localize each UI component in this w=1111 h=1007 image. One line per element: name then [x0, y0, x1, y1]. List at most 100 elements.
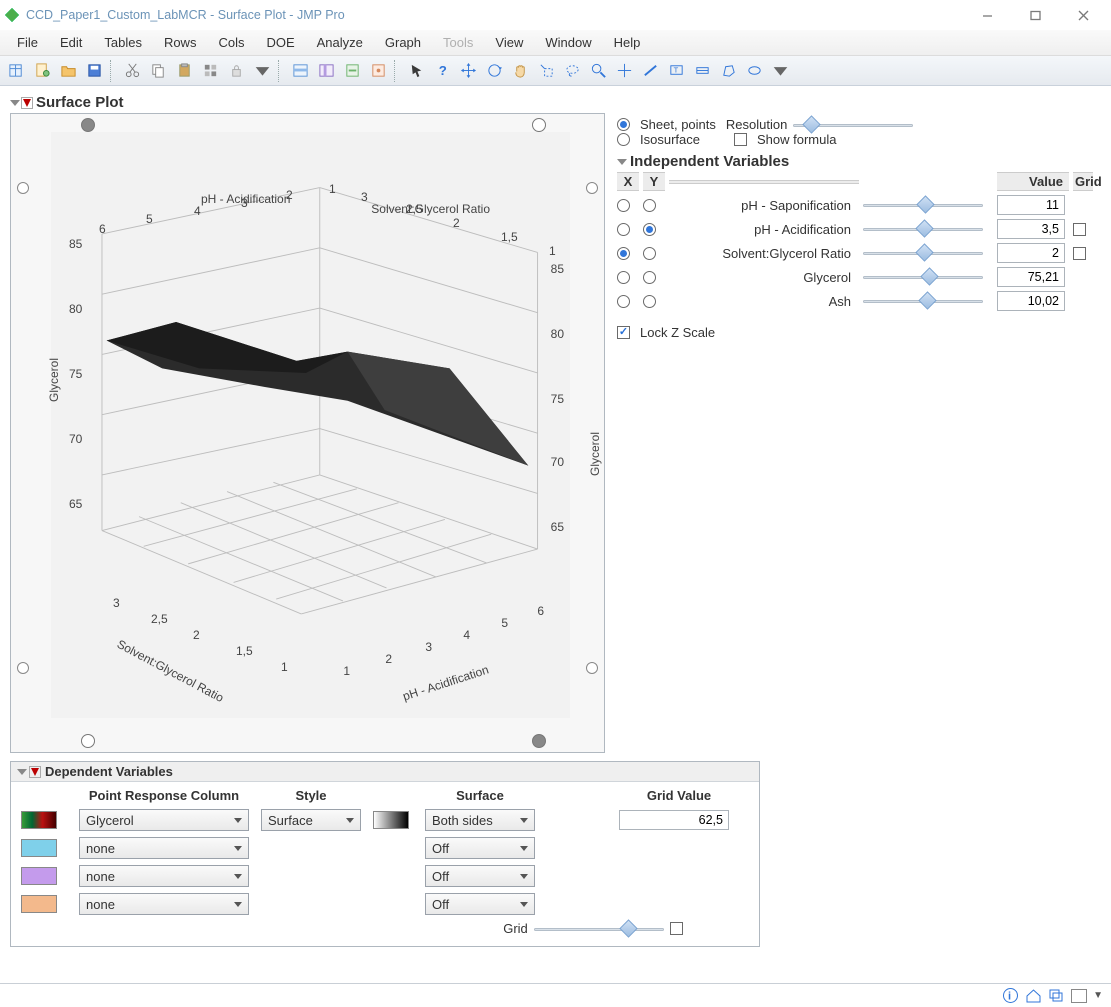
disclosure-icon[interactable] — [10, 100, 20, 106]
rotate-handle[interactable] — [81, 118, 95, 132]
hand-tool-icon[interactable] — [508, 59, 532, 83]
resolution-slider[interactable] — [793, 120, 913, 130]
menu-help[interactable]: Help — [605, 32, 650, 53]
rotate-handle[interactable] — [17, 182, 29, 194]
copy-icon[interactable] — [146, 59, 170, 83]
close-button[interactable] — [1061, 3, 1105, 27]
minimize-button[interactable] — [965, 3, 1009, 27]
menu-file[interactable]: File — [8, 32, 47, 53]
iv-grid-check[interactable] — [1073, 223, 1086, 236]
exclude-icon[interactable] — [340, 59, 364, 83]
menu-window[interactable]: Window — [536, 32, 600, 53]
save-icon[interactable] — [82, 59, 106, 83]
iv-y-radio[interactable] — [643, 199, 656, 212]
menu-doe[interactable]: DOE — [257, 32, 303, 53]
rotate-handle[interactable] — [586, 662, 598, 674]
toolbar-overflow-icon[interactable] — [768, 59, 792, 83]
lasso-tool-icon[interactable] — [560, 59, 584, 83]
status-dropdown-icon[interactable]: ▼ — [1093, 990, 1103, 1001]
color-swatch[interactable] — [21, 839, 57, 857]
iv-x-radio[interactable] — [617, 271, 630, 284]
hotspot-icon[interactable] — [23, 99, 31, 107]
plot-frame[interactable]: pH - Acidification Solvent:Glycerol Rati… — [10, 113, 605, 753]
surface-select[interactable]: Off — [425, 893, 535, 915]
grid-slider[interactable] — [534, 924, 664, 934]
iv-value[interactable] — [997, 195, 1065, 215]
iv-y-radio[interactable] — [643, 295, 656, 308]
iv-value[interactable] — [997, 243, 1065, 263]
arrow-tool-icon[interactable] — [404, 59, 428, 83]
text-annotate-icon[interactable]: T — [664, 59, 688, 83]
iv-value[interactable] — [997, 219, 1065, 239]
lock-z-check[interactable] — [617, 326, 630, 339]
open-icon[interactable] — [56, 59, 80, 83]
iv-x-radio[interactable] — [617, 247, 630, 260]
help-tool-icon[interactable]: ? — [430, 59, 454, 83]
surface-select[interactable]: Both sides — [425, 809, 535, 831]
prc-select[interactable]: Glycerol — [79, 809, 249, 831]
home-icon[interactable] — [1025, 987, 1042, 1004]
row-selection-icon[interactable] — [288, 59, 312, 83]
col-selection-icon[interactable] — [314, 59, 338, 83]
prc-select[interactable]: none — [79, 865, 249, 887]
new-script-icon[interactable] — [30, 59, 54, 83]
simple-shape-icon[interactable] — [690, 59, 714, 83]
recode-icon[interactable] — [198, 59, 222, 83]
polygon-tool-icon[interactable] — [716, 59, 740, 83]
dropdown-arrow-icon[interactable] — [250, 59, 274, 83]
maximize-button[interactable] — [1013, 3, 1057, 27]
lock-icon[interactable] — [224, 59, 248, 83]
windows-icon[interactable] — [1048, 987, 1065, 1004]
crosshair-tool-icon[interactable] — [612, 59, 636, 83]
prc-select[interactable]: none — [79, 893, 249, 915]
iv-value[interactable] — [997, 267, 1065, 287]
rotate-handle[interactable] — [17, 662, 29, 674]
iv-slider[interactable] — [863, 224, 983, 234]
style-select[interactable]: Surface — [261, 809, 361, 831]
mode-iso-radio[interactable] — [617, 133, 630, 146]
menu-tables[interactable]: Tables — [95, 32, 151, 53]
surface-select[interactable]: Off — [425, 837, 535, 859]
move-tool-icon[interactable] — [456, 59, 480, 83]
iv-x-radio[interactable] — [617, 295, 630, 308]
menu-edit[interactable]: Edit — [51, 32, 91, 53]
menu-view[interactable]: View — [486, 32, 532, 53]
menu-analyze[interactable]: Analyze — [308, 32, 372, 53]
zoom-tool-icon[interactable] — [586, 59, 610, 83]
info-icon[interactable]: i — [1002, 987, 1019, 1004]
menu-cols[interactable]: Cols — [209, 32, 253, 53]
label-icon[interactable] — [366, 59, 390, 83]
paste-icon[interactable] — [172, 59, 196, 83]
iv-slider[interactable] — [863, 272, 983, 282]
surface-plot-header[interactable]: Surface Plot — [10, 94, 1101, 111]
rotate-handle[interactable] — [81, 734, 95, 748]
color-swatch[interactable] — [21, 867, 57, 885]
show-formula-check[interactable] — [734, 133, 747, 146]
brush-tool-icon[interactable] — [534, 59, 558, 83]
gradient-swatch[interactable] — [373, 811, 409, 829]
rotate-handle[interactable] — [532, 734, 546, 748]
menu-tools[interactable]: Tools — [434, 32, 482, 53]
rotate-handle[interactable] — [532, 118, 546, 132]
mode-sheet-radio[interactable] — [617, 118, 630, 131]
menu-graph[interactable]: Graph — [376, 32, 430, 53]
iv-y-radio[interactable] — [643, 247, 656, 260]
iv-y-radio[interactable] — [643, 223, 656, 236]
iv-x-radio[interactable] — [617, 223, 630, 236]
line-tool-icon[interactable] — [638, 59, 662, 83]
rotate-handle[interactable] — [586, 182, 598, 194]
cut-icon[interactable] — [120, 59, 144, 83]
rotate-tool-icon[interactable] — [482, 59, 506, 83]
iv-x-radio[interactable] — [617, 199, 630, 212]
iv-disclosure-icon[interactable] — [617, 159, 627, 165]
ellipse-tool-icon[interactable] — [742, 59, 766, 83]
status-box[interactable] — [1071, 989, 1087, 1003]
iv-value[interactable] — [997, 291, 1065, 311]
grid-check[interactable] — [670, 922, 683, 935]
menu-rows[interactable]: Rows — [155, 32, 206, 53]
dv-hotspot-icon[interactable] — [31, 768, 39, 776]
iv-grid-check[interactable] — [1073, 247, 1086, 260]
grid-value-input[interactable] — [619, 810, 729, 830]
iv-slider[interactable] — [863, 248, 983, 258]
new-table-icon[interactable] — [4, 59, 28, 83]
